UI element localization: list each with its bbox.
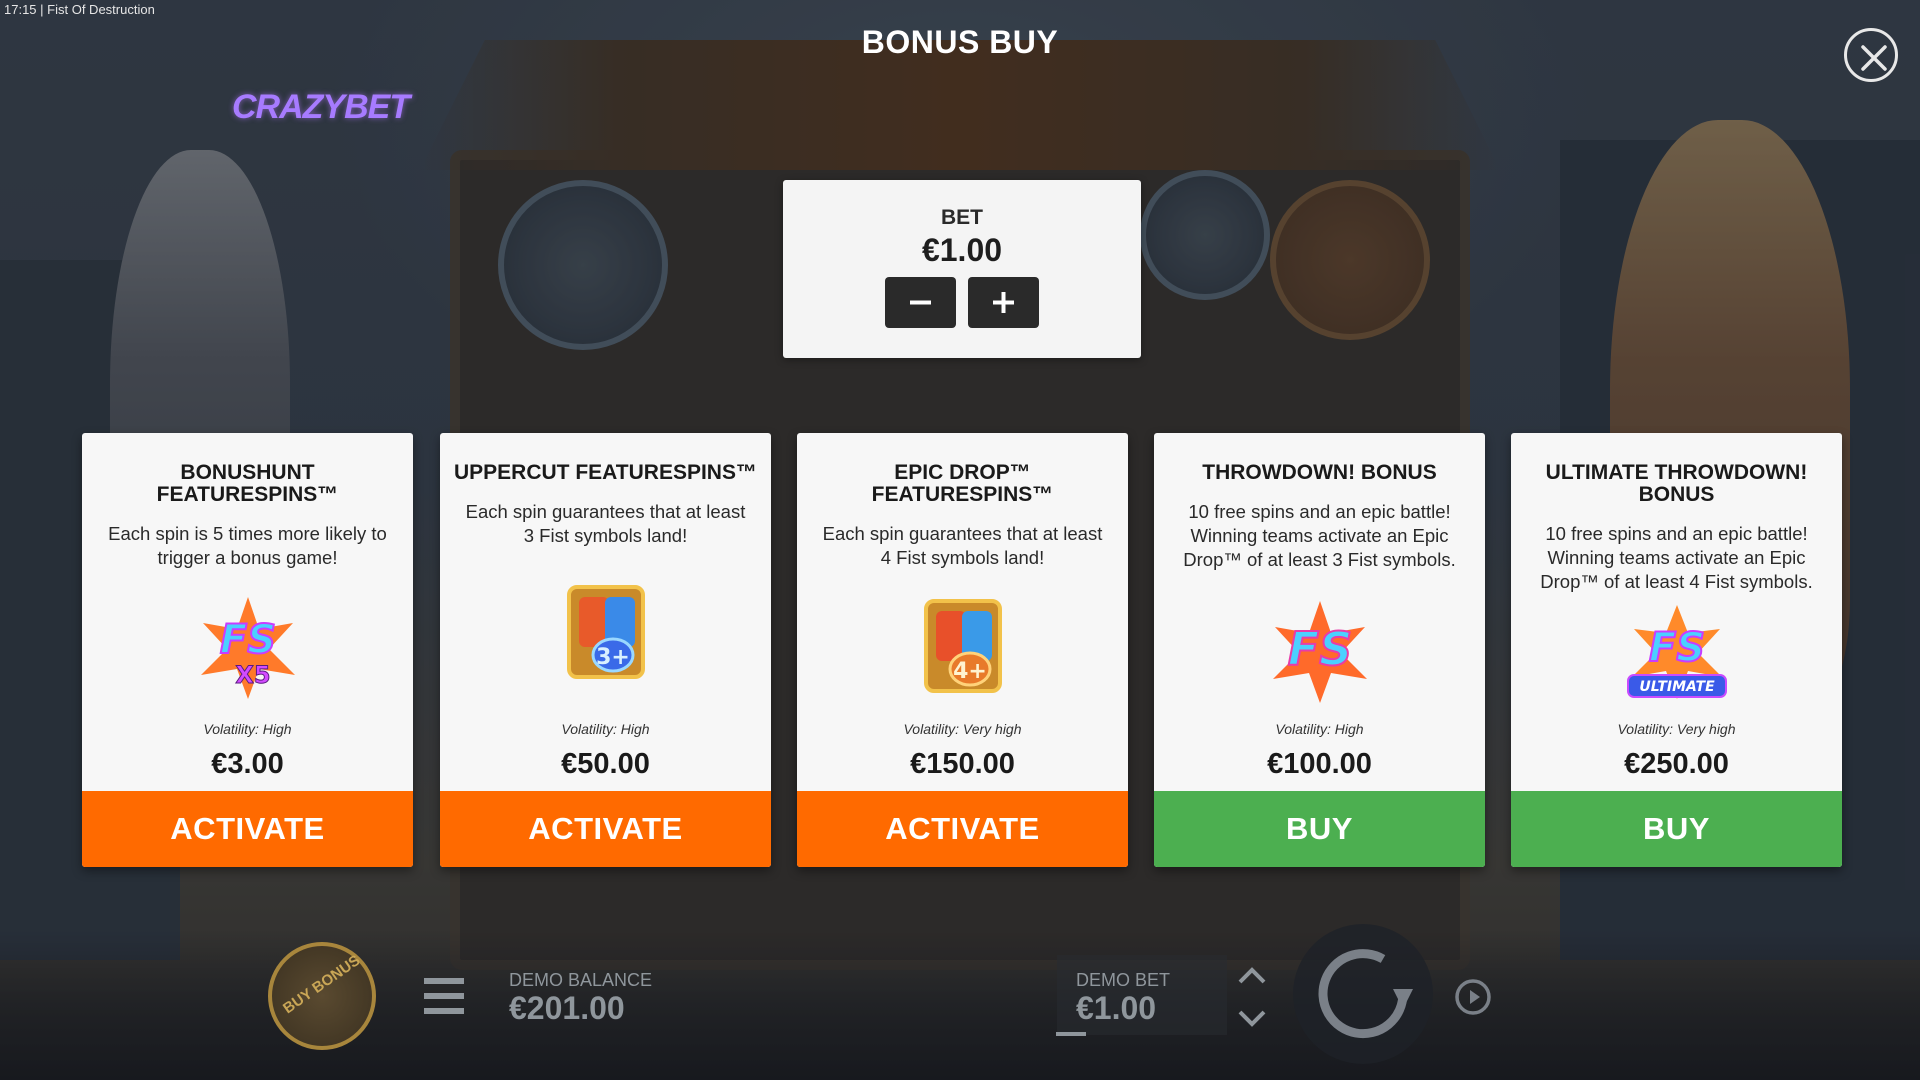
- card-title: BONUSHUNT FEATURESPINS™: [156, 461, 339, 506]
- card-volatility: Volatility: High: [1275, 721, 1364, 737]
- bonus-card-ultimate-throwdown: ULTIMATE THROWDOWN! BONUS 10 free spins …: [1511, 433, 1842, 867]
- bet-increase-button[interactable]: [968, 277, 1039, 328]
- svg-text:FS: FS: [219, 617, 275, 663]
- spin-button[interactable]: [1293, 924, 1433, 1064]
- bet-value: €1.00: [921, 232, 1003, 268]
- card-price: €3.00: [211, 748, 284, 780]
- card-body: BONUSHUNT FEATURESPINS™ Each spin is 5 t…: [82, 433, 413, 791]
- card-title: ULTIMATE THROWDOWN! BONUS: [1545, 461, 1808, 506]
- chevron-up-icon[interactable]: [1234, 962, 1270, 990]
- menu-icon[interactable]: [422, 976, 466, 1016]
- bonus-card-bonushunt: BONUSHUNT FEATURESPINS™ Each spin is 5 t…: [82, 433, 413, 867]
- card-description: 10 free spins and an epic battle! Winnin…: [1183, 501, 1456, 570]
- svg-text:X5: X5: [235, 661, 270, 689]
- demo-bet-underline: [1056, 1032, 1086, 1036]
- card-price: €100.00: [1267, 748, 1372, 780]
- bet-decrease-button[interactable]: [885, 277, 956, 328]
- card-body: THROWDOWN! BONUS 10 free spins and an ep…: [1154, 433, 1485, 791]
- card-volatility: Volatility: High: [561, 721, 650, 737]
- card-volatility: Volatility: High: [203, 721, 292, 737]
- buy-button[interactable]: BUY: [1154, 791, 1485, 867]
- fs-icon: FS: [1272, 601, 1367, 703]
- status-line: 17:15 | Fist Of Destruction: [4, 2, 155, 17]
- buy-bonus-label: BUY BONUS: [280, 951, 364, 1018]
- bet-label: BET: [941, 206, 983, 229]
- chevron-down-icon[interactable]: [1234, 1004, 1270, 1032]
- casino-logo: CRAZYBET: [232, 88, 410, 126]
- card-volatility: Volatility: Very high: [903, 721, 1022, 737]
- buy-bonus-button[interactable]: BUY BONUS: [268, 942, 376, 1050]
- autoplay-icon[interactable]: [1450, 974, 1496, 1020]
- card-price: €250.00: [1624, 748, 1729, 780]
- svg-text:FS: FS: [1648, 625, 1704, 671]
- card-body: ULTIMATE THROWDOWN! BONUS 10 free spins …: [1511, 433, 1842, 791]
- demo-balance-label: DEMO BALANCE: [509, 970, 653, 990]
- card-description: Each spin guarantees that at least 3 Fis…: [465, 501, 746, 546]
- card-description: 10 free spins and an epic battle! Winnin…: [1540, 523, 1813, 592]
- card-price: €150.00: [910, 748, 1015, 780]
- clock-time: 17:15: [4, 2, 37, 17]
- fist-3plus-icon: 3+: [566, 585, 645, 679]
- demo-balance-value: €201.00: [509, 990, 625, 1026]
- card-description: Each spin is 5 times more likely to trig…: [108, 523, 387, 568]
- card-volatility: Volatility: Very high: [1617, 721, 1736, 737]
- bet-panel: BET €1.00: [783, 180, 1141, 358]
- card-title: EPIC DROP™ FEATURESPINS™: [871, 461, 1054, 506]
- spin-icon: [1318, 949, 1413, 1039]
- fs-x5-icon: FS X5: [200, 597, 295, 699]
- bonus-card-uppercut: UPPERCUT FEATURESPINS™ Each spin guarant…: [440, 433, 771, 867]
- fist-4plus-icon: 4+: [923, 599, 1002, 693]
- bonus-card-throwdown: THROWDOWN! BONUS 10 free spins and an ep…: [1154, 433, 1485, 867]
- bet-stepper: [885, 277, 1039, 328]
- svg-text:ULTIMATE: ULTIMATE: [1639, 679, 1715, 695]
- card-title: THROWDOWN! BONUS: [1202, 461, 1437, 484]
- activate-button[interactable]: ACTIVATE: [82, 791, 413, 867]
- buy-button[interactable]: BUY: [1511, 791, 1842, 867]
- card-body: EPIC DROP™ FEATURESPINS™ Each spin guara…: [797, 433, 1128, 791]
- card-price: €50.00: [561, 748, 650, 780]
- activate-button[interactable]: ACTIVATE: [797, 791, 1128, 867]
- activate-button[interactable]: ACTIVATE: [440, 791, 771, 867]
- game-name: Fist Of Destruction: [47, 2, 155, 17]
- bonus-card-epic-drop: EPIC DROP™ FEATURESPINS™ Each spin guara…: [797, 433, 1128, 867]
- demo-bet-label: DEMO BET: [1076, 970, 1171, 990]
- svg-text:FS: FS: [1287, 622, 1352, 676]
- card-body: UPPERCUT FEATURESPINS™ Each spin guarant…: [440, 433, 771, 791]
- close-icon: [1861, 45, 1887, 71]
- svg-text:4+: 4+: [953, 659, 987, 684]
- minus-icon: [910, 300, 931, 305]
- card-description: Each spin guarantees that at least 4 Fis…: [822, 523, 1103, 568]
- close-button[interactable]: [1844, 28, 1898, 82]
- fs-ultimate-icon: FS ULTIMATE: [1626, 605, 1727, 699]
- demo-bet-value: €1.00: [1076, 990, 1157, 1026]
- svg-text:3+: 3+: [596, 645, 630, 670]
- card-title: UPPERCUT FEATURESPINS™: [454, 461, 757, 484]
- plus-icon: [993, 292, 1014, 313]
- page-title: BONUS BUY: [861, 24, 1059, 60]
